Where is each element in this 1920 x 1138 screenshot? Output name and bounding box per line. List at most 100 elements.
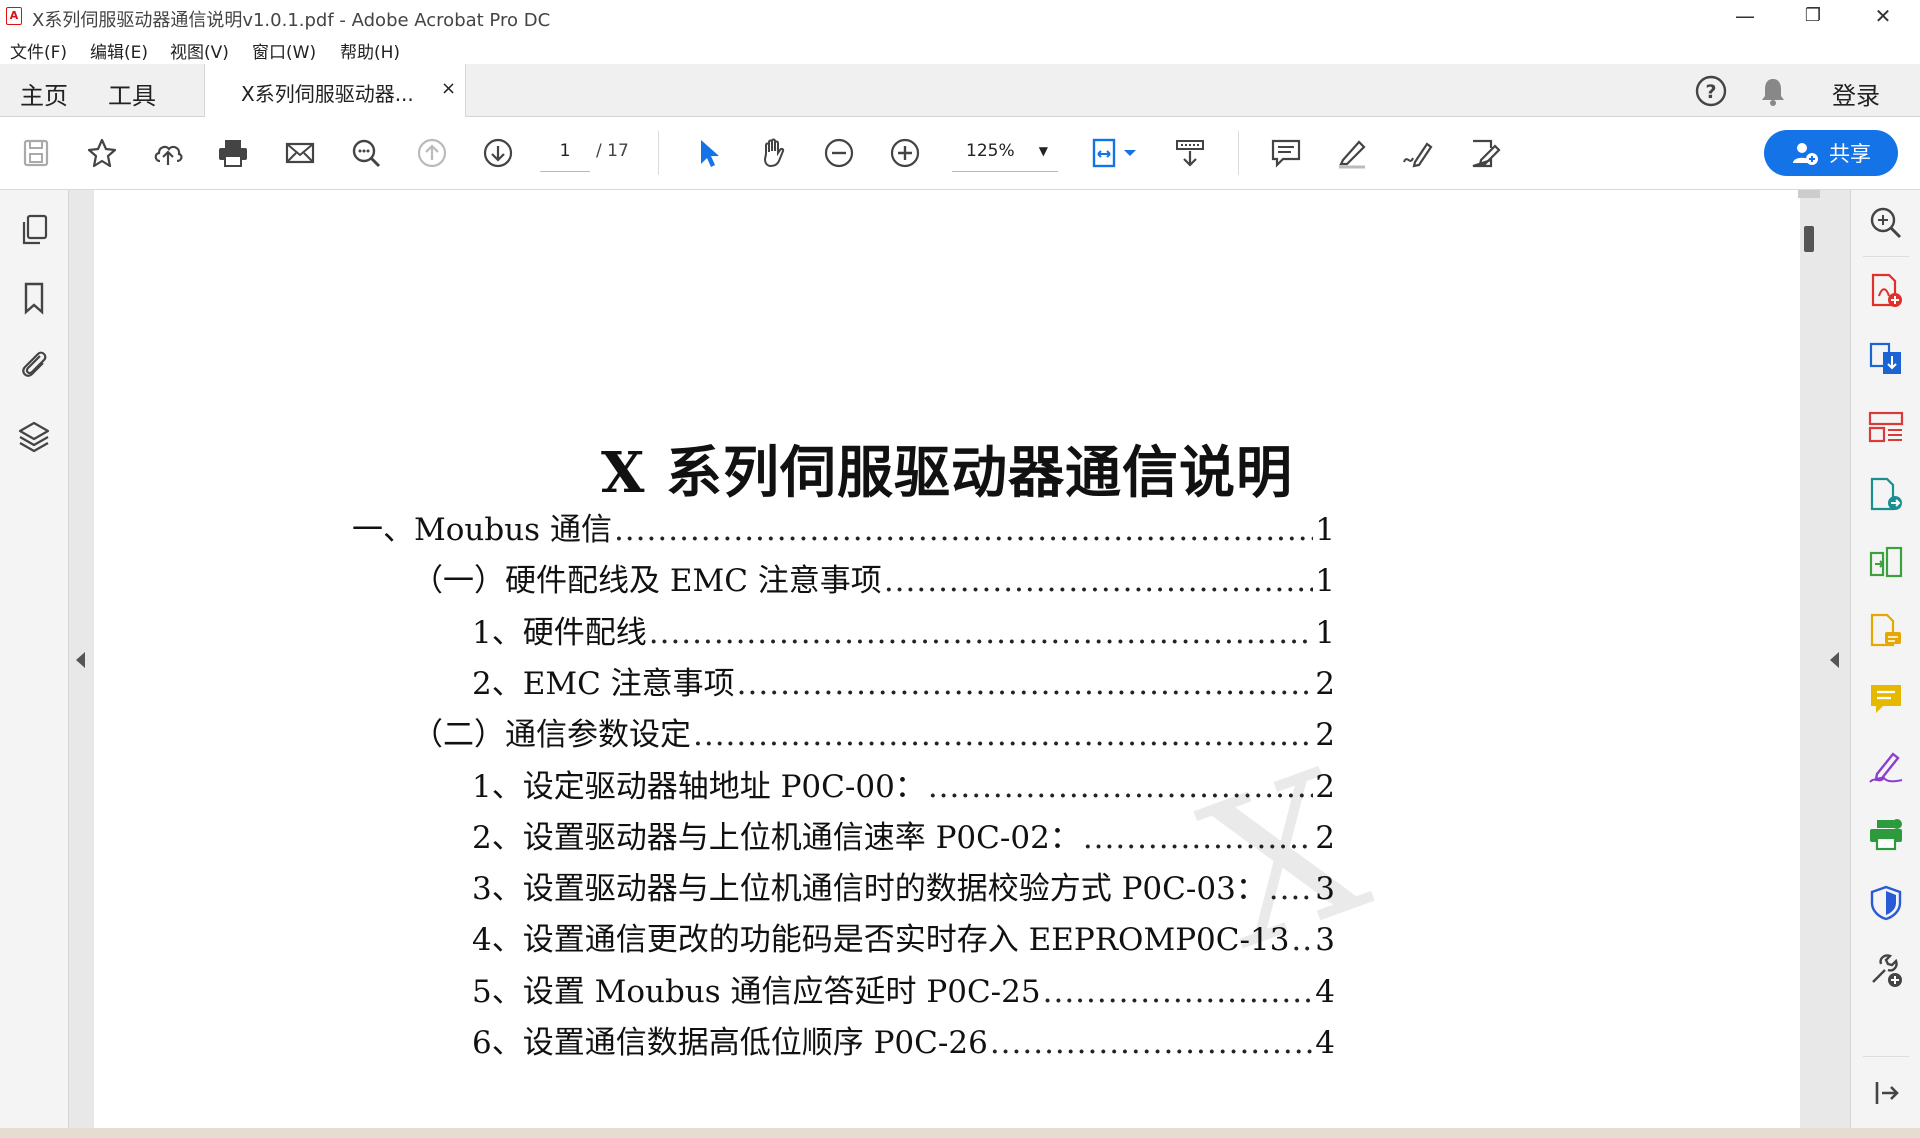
title-bar: A X系列伺服驱动器通信说明v1.0.1.pdf - Adobe Acrobat… [0,0,1920,32]
page-down-icon[interactable] [480,135,516,171]
select-cursor-icon[interactable] [690,135,726,171]
toc-entry-page: 4 [1315,974,1335,1010]
protect-icon[interactable] [1867,884,1905,922]
collapse-panel-icon[interactable] [1867,1074,1905,1112]
hand-icon[interactable] [756,135,792,171]
scroll-mode-icon[interactable] [1172,135,1208,171]
menu-bar: 文件(F) 编辑(E) 视图(V) 窗口(W) 帮助(H) [0,32,1920,65]
organize-pages-icon[interactable] [1867,408,1905,446]
toolbar-divider [658,131,659,175]
taskbar-edge [0,1128,1920,1138]
search-tool-icon[interactable] [1867,204,1905,242]
toc-entry-page: 2 [1315,769,1335,805]
toc-entry[interactable]: （一）硬件配线及 EMC 注意事项.......................… [412,559,1335,603]
page-up-icon[interactable] [414,135,450,171]
toc-entry[interactable]: 6、设置通信数据高低位顺序 P0C-26....................… [472,1021,1335,1065]
toc-entry[interactable]: 3、设置驱动器与上位机通信时的数据校验方式 P0C-03：...........… [472,867,1335,911]
export-pdf-icon[interactable] [1867,340,1905,378]
restore-button[interactable]: ❐ [1778,0,1848,32]
comment-icon[interactable] [1268,135,1304,171]
edit-pdf-icon[interactable] [1867,612,1905,650]
edit-icon[interactable] [1466,135,1502,171]
page-number-input[interactable]: 1 [540,131,590,172]
create-pdf-icon[interactable] [1867,272,1905,310]
sign-icon[interactable] [1400,135,1436,171]
toc-entry-title: （一）硬件配线及 EMC 注意事项 [412,563,882,599]
menu-help[interactable]: 帮助(H) [340,38,400,63]
login-link[interactable]: 登录 [1832,76,1880,111]
toc-entry-page: 3 [1315,871,1335,907]
toc-entry[interactable]: 2、设置驱动器与上位机通信速率 P0C-02：.................… [472,816,1335,860]
zoom-out-icon[interactable] [821,135,857,171]
toc-entry-page: 1 [1315,615,1335,651]
toc-entry-title: 2、EMC 注意事项 [472,666,735,702]
comment-tool-icon[interactable] [1867,680,1905,718]
toc-entry-page: 1 [1315,563,1335,599]
tab-document[interactable]: X系列伺服驱动器... × [204,64,466,117]
tools-divider-bottom [1863,1056,1909,1057]
toc-entry-title: （二）通信参数设定 [412,717,691,753]
toc-entry-page: 2 [1315,717,1335,753]
menu-file[interactable]: 文件(F) [10,38,67,63]
acrobat-app-icon: A [6,7,22,25]
toc-leader-dots: ........................................… [883,563,1313,599]
bookmarks-icon[interactable] [16,280,52,316]
chevron-down-icon: ▼ [1038,144,1048,158]
fit-page-icon[interactable] [1090,135,1142,171]
toc-entry[interactable]: 2、EMC 注意事项..............................… [472,662,1335,706]
menu-edit[interactable]: 编辑(E) [90,38,148,63]
toc-leader-dots: ........................................… [1268,871,1313,907]
help-icon[interactable]: ? [1694,74,1728,108]
fill-sign-icon[interactable] [1867,748,1905,786]
left-panel-gutter [69,190,93,1128]
more-tools-icon[interactable] [1867,952,1905,990]
tab-home[interactable]: 主页 [20,76,68,111]
attachments-icon[interactable] [16,346,52,382]
tab-tools[interactable]: 工具 [108,76,156,111]
email-icon[interactable] [282,135,318,171]
toc-entry-title: 1、硬件配线 [472,615,647,651]
toc-entry-page: 3 [1315,922,1335,958]
toc-entry[interactable]: 1、硬件配线..................................… [472,611,1335,655]
toc-entry[interactable]: 一、Moubus 通信.............................… [352,508,1335,552]
scrollbar-thumb[interactable] [1804,226,1814,252]
find-icon[interactable] [348,135,384,171]
minimize-button[interactable]: — [1710,0,1780,32]
toc-entry[interactable]: 5、设置 Moubus 通信应答延时 P0C-25...............… [472,970,1335,1014]
bookmark-star-icon[interactable] [84,135,120,171]
menu-window[interactable]: 窗口(W) [252,38,316,63]
tab-close-icon[interactable]: × [441,78,456,99]
toc-entry-page: 2 [1315,666,1335,702]
notification-bell-icon[interactable] [1756,74,1790,108]
toc-entry-title: 3、设置驱动器与上位机通信时的数据校验方式 P0C-03： [472,871,1267,907]
expand-left-panel-icon[interactable] [76,652,85,668]
toc-leader-dots: ........................................… [736,666,1314,702]
upload-cloud-icon[interactable] [150,135,186,171]
toc-entry-title: 2、设置驱动器与上位机通信速率 P0C-02： [472,820,1081,856]
close-window-button[interactable]: ✕ [1848,0,1918,32]
toc-entry[interactable]: （二）通信参数设定...............................… [412,713,1335,757]
send-file-icon[interactable] [1867,476,1905,514]
right-panel-gutter [1800,190,1850,1128]
highlight-icon[interactable] [1334,135,1370,171]
toc-entry[interactable]: 1、设定驱动器轴地址 P0C-00：......................… [472,765,1335,809]
left-navigation-panel [0,190,69,1128]
print-production-icon[interactable] [1867,816,1905,854]
collapse-tools-pane-icon[interactable] [1830,652,1839,668]
toc-leader-dots: ........................................… [927,769,1314,805]
tab-document-label: X系列伺服驱动器... [241,82,414,106]
toc-leader-dots: ........................................… [989,1025,1313,1061]
print-icon[interactable] [215,135,251,171]
zoom-in-icon[interactable] [887,135,923,171]
zoom-level-dropdown[interactable]: 125% ▼ [952,131,1058,172]
pages-icon[interactable] [16,212,52,248]
scrollbar-track-top[interactable] [1798,190,1820,198]
share-button[interactable]: 共享 [1764,130,1898,176]
svg-text:?: ? [1705,81,1716,103]
toc-entry[interactable]: 4、设置通信更改的功能码是否实时存入 EEPROMP0C-13.........… [472,918,1335,962]
layers-icon[interactable] [16,418,52,454]
menu-view[interactable]: 视图(V) [170,38,229,63]
combine-icon[interactable] [1867,544,1905,582]
save-icon[interactable] [18,135,54,171]
add-user-icon [1793,143,1818,165]
